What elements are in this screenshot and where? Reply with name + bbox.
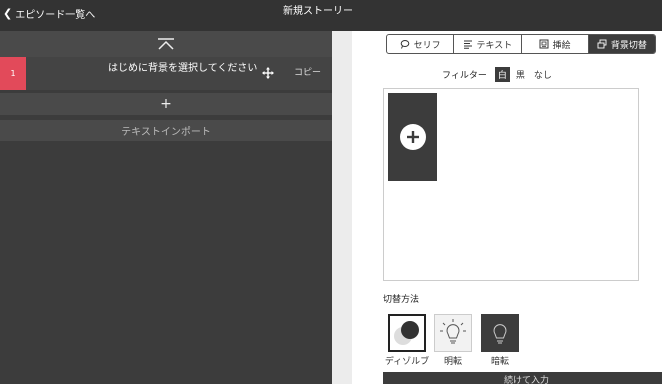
top-bar: ❮ エピソード一覧へ 新規ストーリー xyxy=(0,0,662,31)
scene-row[interactable]: 1 はじめに背景を選択してください コピー xyxy=(0,57,332,90)
tab-illustration[interactable]: 挿絵 xyxy=(522,35,589,53)
dark-label: 暗転 xyxy=(490,357,509,367)
text-lines-icon xyxy=(463,40,472,49)
filter-option-black[interactable]: 黒 xyxy=(513,67,528,82)
filter-label: フィルター xyxy=(442,71,487,81)
plus-icon xyxy=(399,124,426,150)
add-scene-button[interactable]: + xyxy=(0,93,332,115)
lightbulb-on-icon xyxy=(440,319,466,344)
editor-panel: セリフ テキスト 挿絵 背景切替 フィルター 白 黒 なし 切替方法 ディゾルブ… xyxy=(332,31,662,384)
bright-label: 明転 xyxy=(443,357,462,367)
collapse-up-icon xyxy=(158,38,174,50)
tab-label: テキスト xyxy=(476,40,513,51)
editor-content: セリフ テキスト 挿絵 背景切替 フィルター 白 黒 なし 切替方法 ディゾルブ… xyxy=(352,31,662,384)
scene-list-panel: 1 はじめに背景を選択してください コピー + テキストインポート xyxy=(0,31,332,384)
collapse-button[interactable] xyxy=(0,31,332,57)
background-switch-icon xyxy=(597,39,607,49)
mode-tabs: セリフ テキスト 挿絵 背景切替 xyxy=(386,34,656,54)
dissolve-option[interactable] xyxy=(388,314,426,352)
tab-serif[interactable]: セリフ xyxy=(387,35,455,53)
tab-label: 挿絵 xyxy=(552,40,571,51)
filter-option-white[interactable]: 白 xyxy=(494,67,510,82)
bright-option[interactable] xyxy=(434,314,472,352)
tab-background-switch[interactable]: 背景切替 xyxy=(588,35,655,53)
picture-icon xyxy=(539,39,549,49)
dissolve-icon xyxy=(394,321,419,345)
dark-option[interactable] xyxy=(481,314,519,352)
page-title: 新規ストーリー xyxy=(283,6,353,17)
text-import-button[interactable]: テキストインポート xyxy=(0,120,332,141)
continue-input-button[interactable]: 続けて入力 xyxy=(383,372,662,384)
speech-bubble-icon xyxy=(400,40,409,49)
scene-number-badge: 1 xyxy=(0,57,26,90)
switch-method-label: 切替方法 xyxy=(383,295,420,305)
tab-text[interactable]: テキスト xyxy=(454,35,522,53)
scene-text: はじめに背景を選択してください xyxy=(108,63,258,74)
tab-label: セリフ xyxy=(413,40,441,51)
tab-label: 背景切替 xyxy=(610,40,647,51)
dissolve-label: ディゾルブ xyxy=(384,357,430,367)
lightbulb-off-icon xyxy=(493,324,507,344)
background-gallery xyxy=(383,88,639,281)
filter-option-none[interactable]: なし xyxy=(531,67,555,82)
filter-bar: フィルター 白 黒 なし xyxy=(442,67,555,82)
move-icon[interactable] xyxy=(262,67,274,79)
add-background-button[interactable] xyxy=(388,93,437,181)
copy-button[interactable]: コピー xyxy=(294,65,321,78)
